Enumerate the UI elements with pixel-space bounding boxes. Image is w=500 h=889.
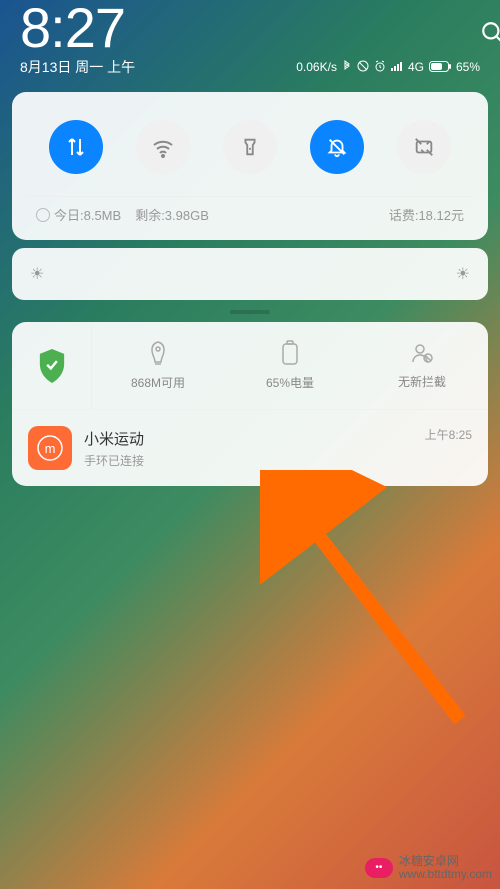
block-label: 无新拦截 bbox=[398, 373, 446, 390]
remaining-data: 剩余:3.98GB bbox=[135, 205, 209, 224]
cloud-icon bbox=[36, 208, 50, 222]
alarm-icon bbox=[374, 60, 386, 74]
today-usage: 今日:8.5MB bbox=[54, 208, 121, 223]
svg-text:m: m bbox=[45, 441, 56, 456]
memory-tool[interactable]: 868M可用 bbox=[92, 322, 224, 409]
signal-icon bbox=[391, 61, 403, 73]
brightness-slider[interactable]: ☀ ☀ bbox=[12, 248, 488, 300]
toggle-dnd[interactable] bbox=[310, 120, 364, 174]
quick-settings-card: 今日:8.5MB 剩余:3.98GB 话费:18.12元 bbox=[12, 92, 488, 240]
date: 8月13日 周一 上午 bbox=[20, 60, 135, 74]
memory-label: 868M可用 bbox=[131, 374, 185, 391]
data-usage-row[interactable]: 今日:8.5MB 剩余:3.98GB 话费:18.12元 bbox=[26, 196, 474, 226]
toggle-mobile-data[interactable] bbox=[49, 120, 103, 174]
bill-amount: 话费:18.12元 bbox=[389, 205, 464, 224]
battery-pct: 65% bbox=[456, 61, 480, 73]
toggle-wifi[interactable] bbox=[136, 120, 190, 174]
panel-handle[interactable] bbox=[230, 310, 270, 314]
toggle-flashlight[interactable] bbox=[223, 120, 277, 174]
security-shield[interactable] bbox=[12, 322, 92, 409]
net-speed: 0.06K/s bbox=[296, 61, 337, 73]
battery-label: 65%电量 bbox=[266, 374, 314, 391]
watermark-logo: •• bbox=[365, 858, 393, 878]
sun-bright-icon: ☀ bbox=[456, 264, 470, 284]
dnd-icon bbox=[357, 60, 369, 74]
watermark-brand: 冰糖安卓网 bbox=[399, 855, 492, 868]
signal-label: 4G bbox=[408, 61, 424, 73]
battery-icon bbox=[429, 61, 451, 74]
notif-time: 上午8:25 bbox=[425, 426, 472, 443]
status-icons: 0.06K/s 4G 65% bbox=[296, 60, 480, 74]
app-icon: m bbox=[28, 426, 72, 470]
notification-item[interactable]: m 小米运动 手环已连接 上午8:25 bbox=[12, 409, 488, 486]
tools-card: 868M可用 65%电量 无新拦截 m 小米运动 手环已连接 上午8:25 bbox=[12, 322, 488, 486]
block-tool[interactable]: 无新拦截 bbox=[356, 322, 488, 409]
battery-tool[interactable]: 65%电量 bbox=[224, 322, 356, 409]
annotation-arrow bbox=[260, 470, 480, 730]
bluetooth-icon bbox=[342, 60, 352, 74]
notif-subtitle: 手环已连接 bbox=[84, 452, 425, 469]
watermark-url: www.bttdtmy.com bbox=[399, 868, 492, 881]
sun-dim-icon: ☀ bbox=[30, 264, 44, 284]
clock: 8:27 bbox=[20, 0, 480, 56]
search-icon[interactable] bbox=[480, 20, 500, 51]
watermark: •• 冰糖安卓网 www.bttdtmy.com bbox=[365, 855, 492, 881]
notif-title: 小米运动 bbox=[84, 428, 425, 449]
toggle-screenshot[interactable] bbox=[397, 120, 451, 174]
